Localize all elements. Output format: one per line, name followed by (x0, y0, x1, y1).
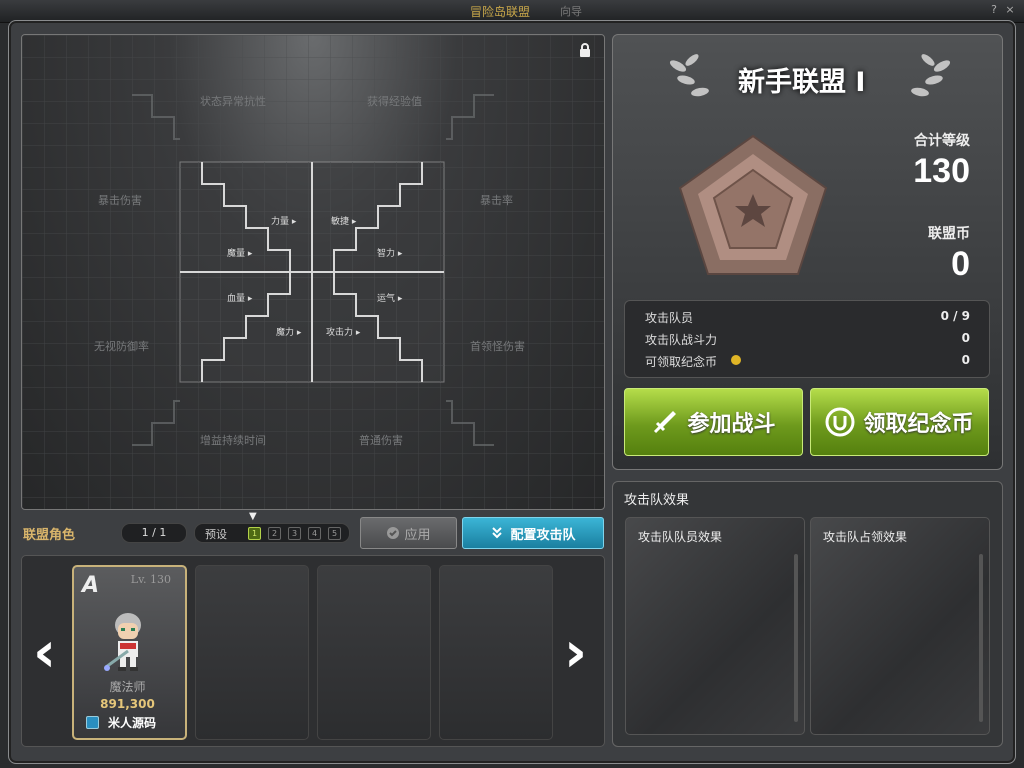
zone-buff-duration: 增益持续时间 (200, 434, 266, 447)
preset-button[interactable]: 2 (268, 527, 281, 540)
zone-crit-damage: 暴击伤害 (98, 194, 142, 207)
preset-pointer-icon: ▼ (249, 511, 257, 522)
prev-page-arrow-icon[interactable]: ‹ (33, 618, 56, 688)
claim-coin-button[interactable]: 领取纪念币 (810, 388, 989, 456)
stat-row-value: 0 (961, 353, 970, 367)
league-rank-badge-icon (678, 134, 828, 275)
stat-int: 智力 ▸ (377, 249, 403, 259)
character-power: 891,300 (100, 697, 155, 711)
coin-label: 联盟币 (928, 226, 970, 242)
scrollbar[interactable] (794, 554, 798, 722)
preset-label: 预设 (205, 528, 227, 541)
configure-team-label: 配置攻击队 (510, 527, 576, 543)
window-title: 冒险岛联盟 (470, 5, 531, 19)
character-level: Lv. 130 (130, 573, 171, 586)
stat-mp: 魔量 ▸ (227, 249, 253, 259)
empty-character-slot[interactable] (317, 565, 431, 740)
configure-team-button[interactable]: 配置攻击队 (462, 517, 604, 549)
check-icon (387, 527, 400, 539)
close-button[interactable]: × (1004, 4, 1016, 16)
union-coin-icon (825, 407, 855, 437)
stat-attack: 攻击力 ▸ (326, 328, 361, 338)
empty-character-slot[interactable] (439, 565, 553, 740)
coin-value: 0 (951, 245, 970, 283)
character-job: 魔法师 (109, 680, 146, 694)
help-button[interactable]: ? (988, 4, 1000, 16)
zone-normal-damage: 普通伤害 (359, 434, 403, 447)
stat-hp: 血量 ▸ (227, 294, 253, 304)
union-character-label: 联盟角色 (23, 528, 76, 543)
zone-crit-rate: 暴击率 (480, 194, 513, 207)
character-card[interactable]: A Lv. 130 魔法师 891,300 米人源码 (72, 565, 187, 740)
total-level-value: 130 (913, 152, 970, 190)
coin-icon (731, 355, 741, 365)
member-effect-box[interactable]: 攻击队队员效果 (625, 517, 805, 735)
guide-hint[interactable]: 向导 (560, 3, 582, 19)
join-battle-label: 参加战斗 (687, 412, 776, 437)
lock-icon[interactable] (578, 43, 592, 57)
occupy-effect-title: 攻击队占领效果 (823, 530, 908, 544)
apply-button[interactable]: 应用 (360, 517, 457, 549)
stat-str: 力量 ▸ (271, 217, 297, 227)
character-name: 米人源码 (108, 716, 157, 730)
stat-row-value: 0 (961, 331, 970, 345)
download-arrow-icon (492, 527, 503, 539)
stat-row-label: 可领取纪念币 (645, 355, 718, 369)
stat-magic: 魔力 ▸ (276, 328, 302, 338)
zone-boss-damage: 首领怪伤害 (470, 340, 525, 353)
zone-status-resist: 状态异常抗性 (200, 95, 266, 108)
board-grid (22, 35, 604, 509)
character-rank: A (82, 573, 100, 598)
preset-button[interactable]: 4 (308, 527, 321, 540)
zone-exp-gain: 获得经验值 (367, 95, 422, 108)
zone-ignore-def: 无视防御率 (94, 340, 149, 353)
stat-row-label: 攻击队战斗力 (645, 333, 718, 347)
total-level-label: 合计等级 (914, 133, 970, 149)
member-effect-title: 攻击队队员效果 (638, 530, 723, 544)
claim-coin-label: 领取纪念币 (863, 412, 974, 437)
preset-button[interactable]: 1 (248, 527, 261, 540)
stat-luk: 运气 ▸ (377, 294, 403, 304)
next-page-arrow-icon[interactable]: › (564, 618, 587, 688)
preset-button[interactable]: 5 (328, 527, 341, 540)
empty-character-slot[interactable] (195, 565, 309, 740)
join-battle-button[interactable]: 参加战斗 (624, 388, 803, 456)
stat-row-value: 0 / 9 (940, 309, 970, 323)
page-indicator: 1 / 1 (121, 523, 187, 543)
sword-icon (654, 411, 677, 434)
apply-label: 应用 (404, 527, 431, 543)
scrollbar[interactable] (979, 554, 983, 722)
character-avatar (104, 613, 141, 671)
occupy-effect-box[interactable]: 攻击队占领效果 (810, 517, 990, 735)
job-type-icon (86, 716, 99, 729)
stat-dex: 敏捷 ▸ (331, 217, 357, 227)
union-board[interactable]: 状态异常抗性 获得经验值 暴击伤害 暴击率 无视防御率 首领怪伤害 增益持续时间… (21, 34, 605, 510)
preset-button[interactable]: 3 (288, 527, 301, 540)
team-effects-title: 攻击队效果 (624, 493, 690, 508)
league-name: 新手联盟 I (738, 67, 866, 98)
stat-row-label: 攻击队员 (645, 311, 694, 325)
